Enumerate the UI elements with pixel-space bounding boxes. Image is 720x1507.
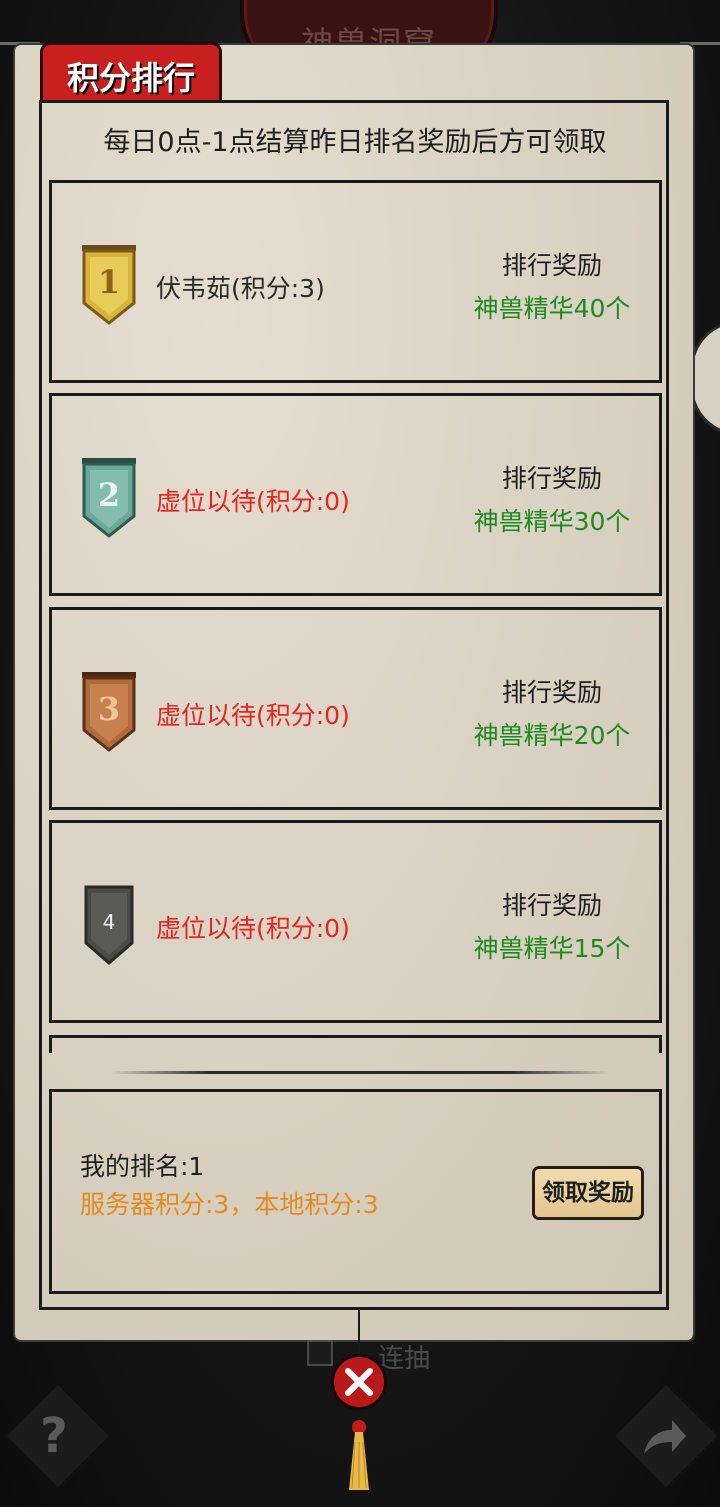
close-cord xyxy=(358,1308,360,1358)
rank-4-badge-icon: 4 xyxy=(84,885,134,965)
share-arrow-icon xyxy=(644,1420,686,1454)
ranking-row-partial xyxy=(49,1035,662,1053)
divider xyxy=(110,1071,610,1074)
ranking-row: 4 虚位以待(积分:0) 排行奖励 神兽精华15个 xyxy=(49,820,662,1023)
my-rank: 我的排名:1 xyxy=(80,1152,205,1181)
reward-value: 神兽精华30个 xyxy=(473,507,631,536)
rank-3-badge-icon: 3 xyxy=(82,672,136,752)
panel-tag-label: 积分排行 xyxy=(66,59,195,97)
my-score: 服务器积分:3，本地积分:3 xyxy=(80,1190,379,1219)
reward-title: 排行奖励 xyxy=(501,891,602,920)
player-name: 虚位以待(积分:0) xyxy=(156,487,350,516)
tassel-icon xyxy=(349,1432,369,1490)
question-icon: ? xyxy=(40,1408,68,1464)
player-name: 虚位以待(积分:0) xyxy=(156,914,350,943)
player-name: 伏韦茹(积分:3) xyxy=(156,274,325,303)
reward-title: 排行奖励 xyxy=(501,678,602,707)
continuous-draw-checkbox[interactable] xyxy=(307,1340,333,1366)
reward-title: 排行奖励 xyxy=(501,464,602,493)
close-button[interactable] xyxy=(331,1354,387,1410)
ranking-row: 3 虚位以待(积分:0) 排行奖励 神兽精华20个 xyxy=(49,607,662,810)
reward-value: 神兽精华20个 xyxy=(473,721,631,750)
claim-reward-button[interactable]: 领取奖励 xyxy=(532,1166,644,1220)
ranking-row: 2 虚位以待(积分:0) 排行奖励 神兽精华30个 xyxy=(49,393,662,596)
rank-2-badge-icon: 2 xyxy=(82,458,136,538)
player-name: 虚位以待(积分:0) xyxy=(156,701,350,730)
svg-text:1: 1 xyxy=(98,263,120,301)
continuous-draw-label: 连抽 xyxy=(378,1344,431,1374)
my-ranking-card: 我的排名:1 服务器积分:3，本地积分:3 领取奖励 xyxy=(49,1089,662,1294)
reward-value: 神兽精华15个 xyxy=(473,934,631,963)
ranking-row: 1 伏韦茹(积分:3) 排行奖励 神兽精华40个 xyxy=(49,180,662,383)
panel-tag: 积分排行 xyxy=(40,42,222,100)
reward-value: 神兽精华40个 xyxy=(473,294,631,323)
svg-text:3: 3 xyxy=(98,690,120,728)
settlement-notice: 每日0点-1点结算昨日排名奖励后方可领取 xyxy=(103,127,607,158)
close-icon xyxy=(345,1368,373,1396)
reward-title: 排行奖励 xyxy=(501,251,602,280)
svg-text:4: 4 xyxy=(103,910,116,934)
rank-1-badge-icon: 1 xyxy=(82,245,136,325)
svg-text:2: 2 xyxy=(98,476,120,514)
